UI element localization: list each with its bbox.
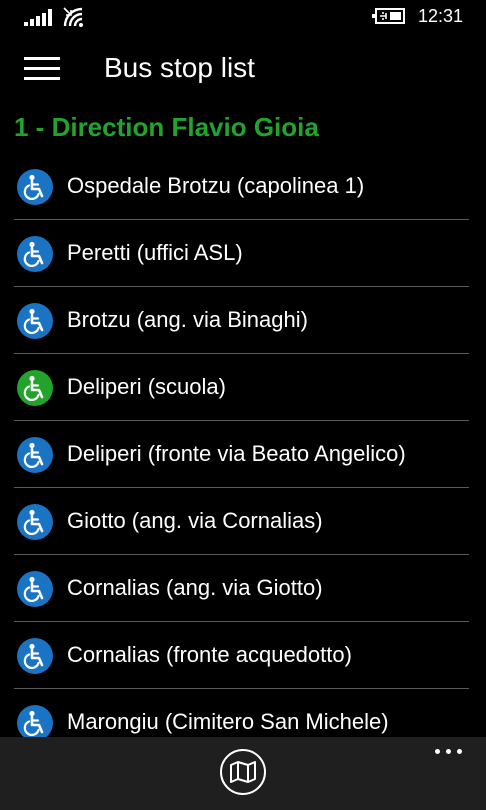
wheelchair-accessible-icon: [17, 504, 53, 540]
wheelchair-accessible-icon: [17, 571, 53, 607]
status-time: 12:31: [418, 6, 464, 26]
stop-list-item[interactable]: Cornalias (ang. via Giotto): [14, 555, 469, 622]
wheelchair-accessible-icon: [17, 303, 53, 339]
stop-name: Deliperi (scuola): [67, 374, 226, 399]
stop-list-item[interactable]: Brotzu (ang. via Binaghi): [14, 287, 469, 354]
wheelchair-accessible-icon: [17, 705, 53, 741]
stop-list-item[interactable]: Cornalias (fronte acquedotto): [14, 622, 469, 689]
stop-list-item[interactable]: Deliperi (scuola): [14, 354, 469, 421]
wheelchair-accessible-icon: [17, 169, 53, 205]
stop-name: Brotzu (ang. via Binaghi): [67, 307, 308, 332]
stop-name: Peretti (uffici ASL): [67, 240, 243, 265]
stop-list-item[interactable]: Deliperi (fronte via Beato Angelico): [14, 421, 469, 488]
stop-name: Giotto (ang. via Cornalias): [67, 508, 323, 533]
app-bar: [0, 737, 486, 810]
stop-name: Deliperi (fronte via Beato Angelico): [67, 441, 406, 466]
bus-stop-list: Ospedale Brotzu (capolinea 1) Peretti (uf…: [0, 153, 486, 755]
map-icon: [230, 761, 256, 783]
more-ellipsis-icon[interactable]: [432, 741, 466, 761]
map-button[interactable]: [220, 749, 266, 795]
stop-name: Cornalias (fronte acquedotto): [67, 642, 352, 667]
direction-title: 1 - Direction Flavio Gioia: [14, 112, 319, 142]
stop-list-item[interactable]: Peretti (uffici ASL): [14, 220, 469, 287]
wheelchair-accessible-icon: [17, 236, 53, 272]
wifi-icon: [63, 7, 83, 27]
wheelchair-accessible-icon: [17, 437, 53, 473]
stop-list-item[interactable]: Giotto (ang. via Cornalias): [14, 488, 469, 555]
wheelchair-accessible-icon: [17, 370, 53, 406]
app-header: Bus stop list: [0, 36, 486, 104]
page-title: Bus stop list: [104, 52, 255, 83]
wheelchair-accessible-icon: [17, 638, 53, 674]
stop-list-item[interactable]: Ospedale Brotzu (capolinea 1): [14, 153, 469, 220]
stop-name: Ospedale Brotzu (capolinea 1): [67, 173, 365, 198]
status-bar: 12:31: [0, 0, 486, 36]
battery-charging-icon: [372, 8, 405, 24]
stop-name: Marongiu (Cimitero San Michele): [67, 709, 389, 734]
signal-bars-icon: [24, 9, 52, 26]
hamburger-menu-icon[interactable]: [24, 54, 60, 84]
stop-name: Cornalias (ang. via Giotto): [67, 575, 323, 600]
